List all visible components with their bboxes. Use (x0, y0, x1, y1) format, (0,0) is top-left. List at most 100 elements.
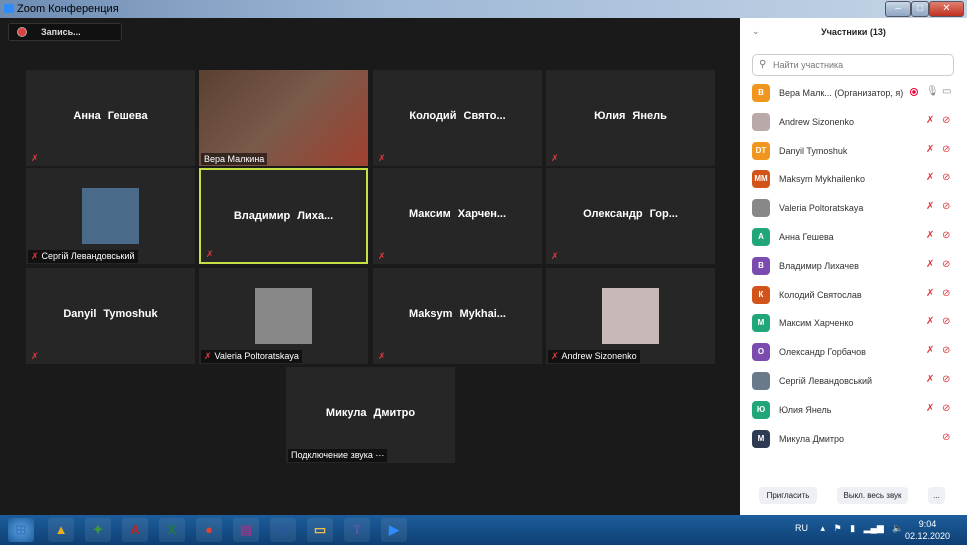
recording-label: Запись... (41, 27, 81, 37)
participant-row[interactable]: А Анна Гешева ✗ ⊘ (752, 226, 962, 248)
camera-off-icon[interactable]: ⊘ (942, 374, 950, 385)
participant-row[interactable]: О Олександр Горбачов ✗ ⊘ (752, 341, 962, 363)
zoom-app-icon (4, 4, 14, 13)
power-icon[interactable]: ▮ (850, 523, 855, 533)
camera-off-icon[interactable]: ⊘ (942, 259, 950, 270)
start-taskbar-icon[interactable]: ⊞ (8, 518, 34, 542)
participant-row[interactable]: Сергій Левандовський ✗ ⊘ (752, 370, 962, 392)
muted-mic-icon: ✗ (551, 351, 559, 361)
network-signal-icon[interactable]: ▂▄▆ (864, 523, 884, 533)
camera-off-icon[interactable]: ⊘ (942, 345, 950, 356)
word-taskbar-icon[interactable]: W (270, 518, 296, 542)
participant-row[interactable]: Ю Юлия Янель ✗ ⊘ (752, 399, 962, 421)
mic-icon[interactable]: 🎙 (926, 86, 939, 97)
tile-label: ✗ (375, 152, 392, 165)
tile-label: Подключение звука ⋯ (288, 449, 388, 462)
archicad-taskbar-icon[interactable]: ▲ (48, 518, 74, 542)
participant-name: Danyil Tymoshuk (63, 308, 158, 320)
participant-row[interactable]: М Микула Дмитро ⊘ (752, 428, 962, 450)
camera-off-icon[interactable]: ⊘ (942, 316, 950, 327)
action-center-flag-icon[interactable]: ⚑ (834, 523, 842, 533)
video-tile[interactable]: Максим Харчен... ✗ (373, 168, 542, 264)
video-tile[interactable]: Maksym Mykhai... ✗ (373, 268, 542, 364)
muted-mic-icon[interactable]: ✗ (926, 288, 934, 299)
participant-row[interactable]: В Вера Малк... (Организатор, я) 🎙 ▭ (752, 82, 962, 104)
search-placeholder: Найти участника (773, 60, 844, 70)
muted-mic-icon[interactable]: ✗ (926, 172, 934, 183)
minimize-button[interactable]: – (885, 1, 911, 17)
camera-icon[interactable]: ▭ (942, 86, 951, 97)
camera-off-icon[interactable]: ⊘ (942, 144, 950, 155)
clock[interactable]: 9:04 02.12.2020 (905, 518, 950, 542)
tile-name-label: Andrew Sizonenko (561, 351, 637, 361)
excel-taskbar-icon[interactable]: X (159, 518, 185, 542)
muted-mic-icon: ✗ (204, 351, 212, 361)
recording-indicator[interactable]: Запись... (8, 23, 122, 41)
participant-row[interactable]: Andrew Sizonenko ✗ ⊘ (752, 111, 962, 133)
teams-taskbar-icon[interactable]: T (344, 518, 370, 542)
camera-off-icon[interactable]: ⊘ (942, 432, 950, 443)
participant-row[interactable]: DT Danyil Tymoshuk ✗ ⊘ (752, 140, 962, 162)
muted-mic-icon[interactable]: ✗ (926, 115, 934, 126)
participant-row[interactable]: М Максим Харченко ✗ ⊘ (752, 312, 962, 334)
video-tile[interactable]: Микула Дмитро Подключение звука ⋯ (286, 367, 455, 463)
winrar-taskbar-icon[interactable]: ▤ (233, 518, 259, 542)
app3-taskbar-icon[interactable]: ✦ (85, 518, 111, 542)
video-tile[interactable]: Danyil Tymoshuk ✗ (26, 268, 195, 364)
muted-mic-icon[interactable]: ✗ (926, 403, 934, 414)
camera-off-icon[interactable]: ⊘ (942, 172, 950, 183)
tile-label: ✗ (375, 350, 392, 363)
video-tile[interactable]: ✗ Сергій Левандовський (26, 168, 195, 264)
explorer-taskbar-icon[interactable]: ▭ (307, 518, 333, 542)
video-tile[interactable]: ✗ Andrew Sizonenko (546, 268, 715, 364)
tile-label: ✗ (28, 152, 45, 165)
close-button[interactable]: ✕ (929, 1, 964, 17)
tile-label: ✗ (548, 152, 565, 165)
participant-row[interactable]: К Колодий Святослав ✗ ⊘ (752, 284, 962, 306)
video-tile[interactable]: Анна Гешева ✗ (26, 70, 195, 166)
volume-icon[interactable]: 🔈 (892, 523, 903, 533)
tile-label: ✗ Valeria Poltoratskaya (201, 350, 302, 363)
camera-off-icon[interactable]: ⊘ (942, 201, 950, 212)
camera-off-icon[interactable]: ⊘ (942, 288, 950, 299)
language-indicator[interactable]: RU (795, 523, 808, 533)
video-tile[interactable]: Вера Малкина (199, 70, 368, 166)
show-hidden-icons[interactable]: ▴ (821, 523, 826, 533)
pdf-taskbar-icon[interactable]: A (122, 518, 148, 542)
muted-mic-icon[interactable]: ✗ (926, 230, 934, 241)
avatar: Ю (752, 400, 770, 419)
video-tile[interactable]: ✗ Valeria Poltoratskaya (199, 268, 368, 364)
participant-row[interactable]: В Владимир Лихачев ✗ ⊘ (752, 255, 962, 277)
video-tile[interactable]: Колодий Свято... ✗ (373, 70, 542, 166)
video-tile[interactable]: Олександр Гор... ✗ (546, 168, 715, 264)
camera-off-icon[interactable]: ⊘ (942, 403, 950, 414)
tile-label: ✗ Сергій Левандовський (28, 250, 138, 263)
muted-mic-icon[interactable]: ✗ (926, 259, 934, 270)
participant-row[interactable]: MM Maksym Mykhailenko ✗ ⊘ (752, 168, 962, 190)
muted-mic-icon[interactable]: ✗ (926, 374, 934, 385)
zoom-taskbar-icon[interactable]: ▶ (381, 518, 407, 542)
search-participant-input[interactable]: ⚲ Найти участника (752, 54, 954, 76)
camera-off-icon[interactable]: ⊘ (942, 115, 950, 126)
mute-all-button[interactable]: Выкл. весь звук (837, 487, 908, 504)
video-tile[interactable]: Юлия Янель ✗ (546, 70, 715, 166)
avatar: В (752, 84, 770, 102)
muted-mic-icon[interactable]: ✗ (926, 144, 934, 155)
muted-mic-icon: ✗ (31, 351, 39, 361)
search-icon: ⚲ (759, 59, 767, 70)
muted-mic-icon[interactable]: ✗ (926, 316, 934, 327)
maximize-button[interactable]: □ (911, 1, 929, 17)
muted-mic-icon: ✗ (378, 251, 386, 261)
more-button[interactable]: ... (928, 487, 945, 504)
invite-button[interactable]: Пригласить (759, 487, 817, 504)
muted-mic-icon[interactable]: ✗ (926, 201, 934, 212)
avatar (752, 199, 770, 218)
avatar: В (752, 256, 770, 275)
participant-photo (82, 188, 139, 244)
participant-name: Valeria Poltoratskaya (779, 203, 864, 214)
video-tile[interactable]: Владимир Лиха... ✗ (199, 168, 368, 264)
muted-mic-icon[interactable]: ✗ (926, 345, 934, 356)
chrome-taskbar-icon[interactable]: ● (196, 518, 222, 542)
participant-row[interactable]: Valeria Poltoratskaya ✗ ⊘ (752, 197, 962, 219)
camera-off-icon[interactable]: ⊘ (942, 230, 950, 241)
